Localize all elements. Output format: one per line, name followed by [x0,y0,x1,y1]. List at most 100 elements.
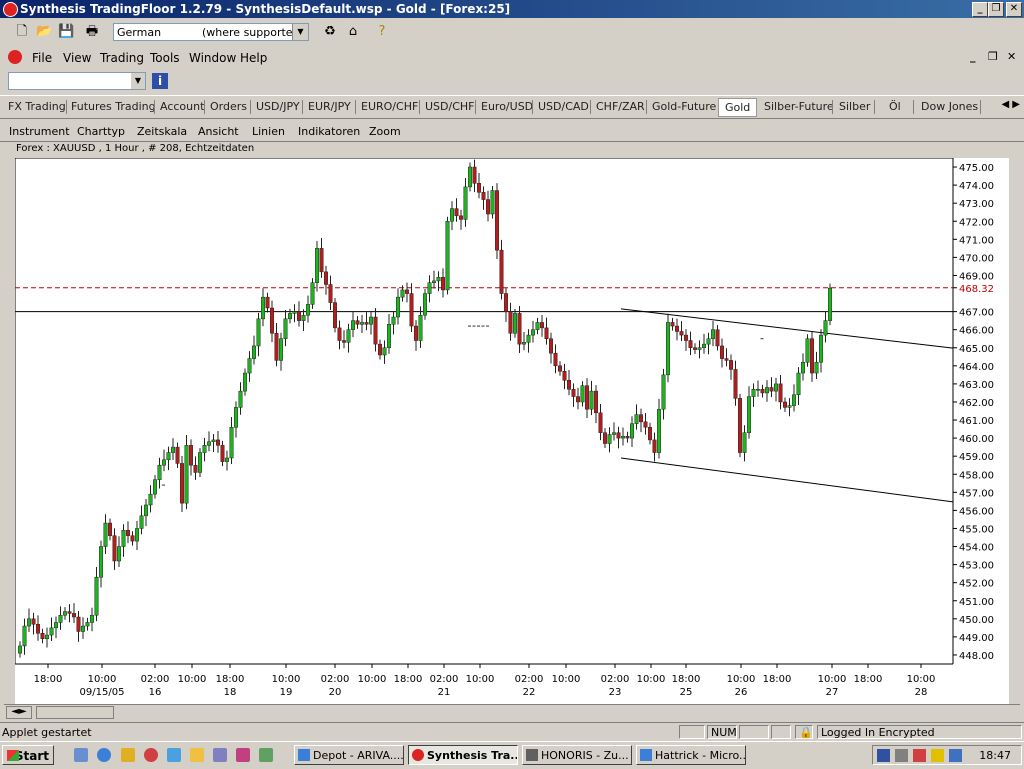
chart-menu-indikatoren[interactable]: Indikatoren [298,125,360,138]
minimize-button[interactable]: _ [972,2,988,17]
menu-view[interactable]: View [63,51,91,65]
mdi-restore-button[interactable]: ❐ [988,50,998,63]
quicklaunch-icon[interactable] [74,748,88,762]
taskbar-item-synthesis[interactable]: Synthesis Tra... [408,745,518,765]
chevron-down-icon[interactable]: ▼ [131,73,145,89]
menu-help[interactable]: Help [240,51,267,65]
candle-body [769,387,774,392]
taskbar-item-honoris[interactable]: HONORIS - Zu... [522,745,632,765]
tray-icon[interactable] [931,749,944,762]
candle-body [468,166,472,188]
scroll-arrows-icon[interactable]: ◄► [6,706,32,719]
workspace-select[interactable]: ▼ [8,72,146,90]
quicklaunch-icon[interactable] [213,748,227,762]
candle-body [274,333,279,361]
menu-file[interactable]: File [32,51,52,65]
chart-scrollbar[interactable]: ◄► [4,704,1020,719]
quicklaunch-icon[interactable] [259,748,273,762]
tab-usd-cad[interactable]: USD/CAD [538,100,589,113]
candle-body [441,277,445,291]
candle-body [328,284,333,303]
close-button[interactable]: ✕ [1006,2,1022,17]
tab-divider [66,100,67,114]
mdi-close-button[interactable]: ✕ [1007,50,1016,63]
tab-futures-trading[interactable]: Futures Trading [71,100,156,113]
chart-svg[interactable]: 475.00 474.00 473.00 472.00 471.00 470.00 469.… [14,157,1009,704]
x-tick-label: 02:00 [515,674,544,685]
candle-body [360,322,364,325]
info-icon[interactable]: i [152,73,168,89]
menu-window[interactable]: Window [189,51,236,65]
menu-trading[interactable]: Trading [100,51,144,65]
tab-gold-future[interactable]: Gold-Future [652,100,716,113]
taskbar-item-hattrick[interactable]: Hattrick - Micro... [636,745,746,765]
tab-euro-usd[interactable]: Euro/USD [481,100,533,113]
chart-menu-ansicht[interactable]: Ansicht [198,125,239,138]
tab-silber-future[interactable]: Silber-Future [764,100,834,113]
restore-button[interactable]: ❐ [988,2,1004,17]
tray-icon[interactable] [877,749,890,762]
scroll-thumb[interactable] [36,706,114,719]
start-button[interactable]: Start [2,745,54,765]
candle-body [787,405,792,408]
candle-body [45,634,49,639]
new-file-icon[interactable]: 🗋 [14,24,30,40]
tab-orders[interactable]: Orders [210,100,247,113]
candle-body [22,625,27,647]
chart-menu-instrument[interactable]: Instrument [9,125,70,138]
y-tick-label: 458.00 [959,470,994,481]
chevron-down-icon[interactable]: ▼ [292,24,308,40]
tab-euro-chf[interactable]: EURO/CHF [361,100,418,113]
candle-body [297,311,301,321]
tab-fx-trading[interactable]: FX Trading [8,100,66,113]
y-tick-label: 465.00 [959,344,994,355]
tab-gold[interactable]: Gold [718,98,758,117]
x-tick-label: 18:00 [763,674,792,685]
tab-oel[interactable]: Öl [889,100,901,113]
tab-usd-chf[interactable]: USD/CHF [425,100,475,113]
task-label: Depot - ARIVA.... [313,749,404,762]
quicklaunch-icon[interactable] [121,748,135,762]
tab-silber[interactable]: Silber [839,100,870,113]
candle-body [729,360,733,370]
mdi-minimize-button[interactable]: _ [970,50,976,63]
chart-menu-charttyp[interactable]: Charttyp [77,125,125,138]
refresh-icon[interactable]: ♻ [322,24,338,40]
tray-icon[interactable] [913,749,926,762]
quicklaunch-icon[interactable] [167,748,181,762]
home-icon[interactable]: ⌂ [345,24,361,40]
tab-usd-jpy[interactable]: USD/JPY [256,100,300,113]
browser-icon[interactable] [97,748,111,762]
tab-account[interactable]: Account [160,100,204,113]
folder-icon[interactable] [190,748,204,762]
app-menu-icon[interactable] [8,50,22,64]
player-icon[interactable] [144,748,158,762]
chart-menu-zoom[interactable]: Zoom [369,125,401,138]
x-tick-label: 02:00 [321,674,350,685]
network-icon[interactable] [949,749,962,762]
help-icon[interactable]: ? [374,24,390,40]
chart-menu-zeitskala[interactable]: Zeitskala [137,125,187,138]
candle-body [765,387,769,394]
tab-chf-zar[interactable]: CHF/ZAR [596,100,645,113]
speaker-icon[interactable] [895,749,908,762]
tab-dow-jones[interactable]: Dow Jones [921,100,978,113]
language-select[interactable]: German (where supported) ▼ [113,23,309,41]
candle-body [162,459,166,466]
tab-scroll-arrows[interactable]: ◀ ▶ [1001,99,1020,110]
candle-body [189,445,193,466]
save-icon[interactable]: 💾 [58,24,74,40]
price-chart[interactable]: 475.00 474.00 473.00 472.00 471.00 470.00 469.… [14,157,1009,704]
menu-tools[interactable]: Tools [150,51,180,65]
candle-body [828,287,832,321]
app-icon [526,749,538,761]
chart-menu-linien[interactable]: Linien [252,125,285,138]
open-folder-icon[interactable]: 📂 [36,24,52,40]
x-tick-label: 10:00 [358,674,387,685]
tab-eur-jpy[interactable]: EUR/JPY [308,100,351,113]
print-icon[interactable]: 🖶 [84,24,100,40]
taskbar-item-depot[interactable]: Depot - ARIVA.... [294,745,404,765]
candle-body [27,618,31,627]
quicklaunch-icon[interactable] [236,748,250,762]
candle-body [805,338,810,363]
